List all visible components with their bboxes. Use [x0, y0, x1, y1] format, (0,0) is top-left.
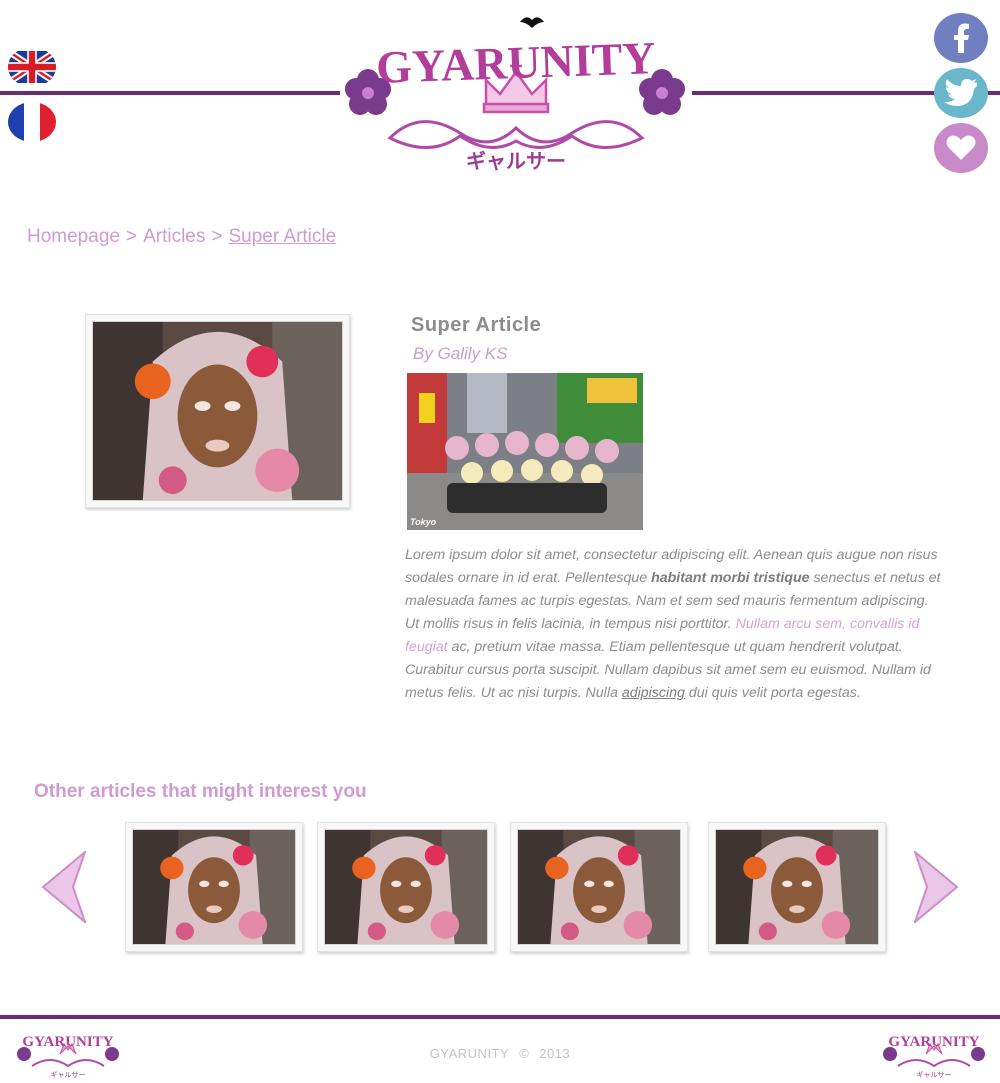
- gyaru-portrait-image: [324, 829, 488, 945]
- breadcrumb-current-link[interactable]: Super Article: [228, 226, 336, 247]
- copyright-symbol: ©: [519, 1046, 530, 1061]
- language-english-flag-icon[interactable]: [8, 47, 56, 87]
- carousel-prev-button[interactable]: [41, 848, 88, 926]
- footer-logo-text: GYARUNITY: [888, 1034, 979, 1050]
- gyaru-portrait-image: [92, 321, 343, 501]
- heart-icon: [946, 135, 976, 160]
- footer-logo-katakana: ギャルサー: [917, 1071, 952, 1079]
- related-article-thumbnail[interactable]: [708, 822, 886, 952]
- twitter-button[interactable]: [934, 68, 988, 118]
- related-article-thumbnail[interactable]: [317, 822, 495, 952]
- facebook-icon: [954, 23, 969, 53]
- photo-watermark: Tokyo: [410, 517, 437, 527]
- related-article-thumbnail[interactable]: [510, 822, 688, 952]
- logo-swirl: [387, 120, 645, 149]
- breadcrumb: Homepage > Articles > Super Article: [27, 226, 336, 248]
- carousel-next-button[interactable]: [912, 848, 959, 926]
- related-article-thumbnail[interactable]: [125, 822, 303, 952]
- article-text: dui quis velit porta egestas.: [684, 685, 861, 701]
- article-underlined-link[interactable]: adipiscing: [622, 685, 685, 701]
- footer-year: 2013: [539, 1046, 571, 1061]
- article-main-photo: [85, 314, 350, 508]
- breadcrumb-home-link[interactable]: Homepage: [27, 226, 120, 247]
- site-logo[interactable]: GYARUNITY ギャルサー: [340, 8, 692, 178]
- logo-katakana: ギャルサー: [466, 149, 566, 173]
- chevron-right-icon: [912, 848, 959, 926]
- facebook-button[interactable]: [934, 13, 988, 63]
- breadcrumb-articles-link[interactable]: Articles: [143, 226, 205, 247]
- article-body: Lorem ipsum dolor sit amet, consectetur …: [405, 544, 945, 705]
- breadcrumb-separator: >: [125, 226, 138, 247]
- gyaru-portrait-image: [517, 829, 681, 945]
- footer-divider: [0, 1015, 1000, 1019]
- breadcrumb-separator: >: [211, 226, 223, 247]
- footer-logo-right[interactable]: GYARUNITY ギャルサー: [880, 1026, 988, 1080]
- favorite-button[interactable]: [934, 123, 988, 173]
- twitter-icon: [944, 79, 977, 106]
- article-bold-text: habitant morbi tristique: [651, 570, 810, 586]
- gyaru-portrait-image: [132, 829, 296, 945]
- footer-brand: GYARUNITY: [429, 1046, 510, 1061]
- gyaru-portrait-image: [715, 829, 879, 945]
- language-french-flag-icon[interactable]: [8, 102, 56, 142]
- footer-logo-katakana: ギャルサー: [51, 1071, 86, 1079]
- logo-title: GYARUNITY: [375, 32, 656, 93]
- article-title: Super Article: [411, 314, 542, 336]
- related-articles-heading: Other articles that might interest you: [34, 781, 367, 802]
- gyaru-group-photo: Tokyo: [407, 373, 643, 530]
- chevron-left-icon: [41, 848, 88, 926]
- bat-icon: [520, 17, 544, 28]
- article-author: By Galily KS: [413, 344, 508, 363]
- footer-copyright: GYARUNITY © 2013: [0, 1046, 1000, 1061]
